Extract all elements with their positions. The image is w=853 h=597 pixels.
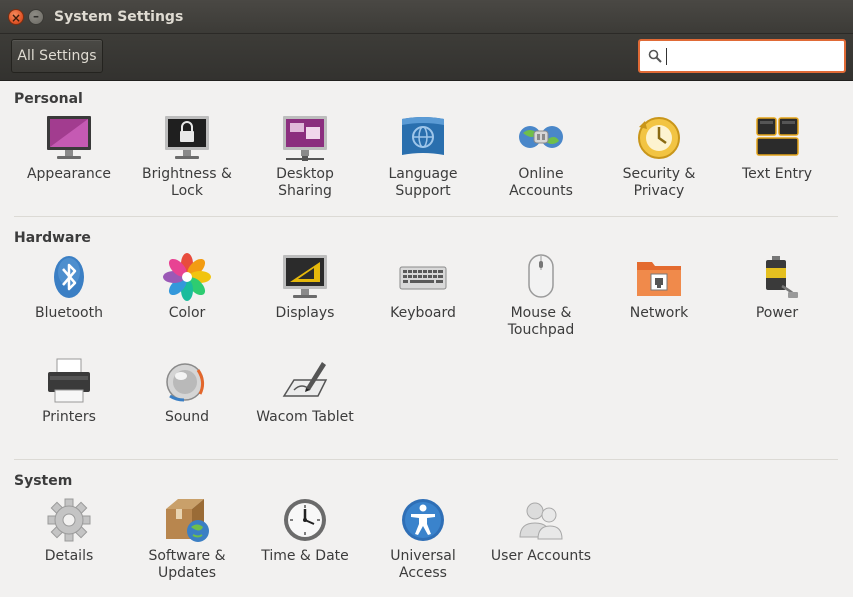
setting-online-accounts[interactable]: Online Accounts [482, 113, 600, 200]
setting-sound[interactable]: Sound [128, 356, 246, 426]
desktop-sharing-icon [283, 116, 327, 161]
setting-label: Keyboard [390, 305, 456, 321]
setting-label: Software & Updates [148, 548, 226, 581]
setting-network[interactable]: Network [600, 252, 718, 322]
setting-label: Language Support [388, 166, 458, 199]
online-accounts-icon [519, 126, 563, 148]
setting-desktop-sharing[interactable]: Desktop Sharing [246, 113, 364, 200]
setting-label: Details [44, 548, 94, 564]
setting-time-date[interactable]: Time & Date [246, 495, 364, 565]
setting-label: Security & Privacy [622, 166, 696, 199]
section-title-hardware: Hardware [14, 230, 91, 246]
section-divider [14, 216, 838, 217]
setting-label: Appearance [26, 166, 112, 182]
setting-label: Brightness & Lock [142, 166, 232, 199]
displays-icon [283, 255, 327, 298]
setting-label: Text Entry [741, 166, 812, 182]
setting-label: Time & Date [261, 548, 349, 564]
close-window-button[interactable]: × [8, 9, 24, 25]
setting-label: Wacom Tablet [256, 409, 354, 425]
setting-text-entry[interactable]: Text Entry [718, 113, 836, 183]
user-accounts-icon [519, 502, 563, 540]
setting-label: Network [629, 305, 689, 321]
setting-security-privacy[interactable]: Security & Privacy [600, 113, 718, 200]
setting-user-accounts[interactable]: User Accounts [482, 495, 600, 565]
section-title-personal: Personal [14, 91, 83, 107]
setting-label: Universal Access [390, 548, 456, 581]
settings-content: Personal Appearance Brightness & Lock De… [0, 81, 853, 597]
setting-universal-access[interactable]: Universal Access [364, 495, 482, 582]
time-date-icon [284, 499, 326, 541]
text-entry-icon [756, 117, 799, 156]
wacom-tablet-icon [282, 362, 328, 397]
setting-color[interactable]: Color [128, 252, 246, 322]
setting-wacom-tablet[interactable]: Wacom Tablet [246, 356, 364, 426]
setting-power[interactable]: Power [718, 252, 836, 322]
appearance-icon [47, 116, 91, 159]
setting-software-updates[interactable]: Software & Updates [128, 495, 246, 582]
language-support-icon [402, 117, 444, 155]
printers-icon [48, 358, 90, 403]
power-icon [766, 256, 798, 298]
setting-printers[interactable]: Printers [10, 356, 128, 426]
minimize-window-button[interactable]: – [28, 9, 44, 25]
search-input[interactable] [666, 45, 836, 67]
search-icon [648, 49, 662, 63]
setting-label: Color [168, 305, 206, 321]
setting-mouse-touchpad[interactable]: Mouse & Touchpad [482, 252, 600, 339]
color-icon [163, 253, 211, 301]
setting-appearance[interactable]: Appearance [10, 113, 128, 183]
settings-window: × – System Settings All Settings Persona… [0, 0, 853, 597]
setting-label: Bluetooth [35, 305, 103, 321]
mouse-touchpad-icon [528, 254, 554, 298]
setting-label: Printers [42, 409, 96, 425]
setting-label: Online Accounts [509, 166, 573, 199]
setting-label: Mouse & Touchpad [507, 305, 575, 338]
sound-icon [166, 363, 205, 402]
software-updates-icon [166, 499, 209, 542]
section-title-system: System [14, 473, 73, 489]
toolbar: All Settings [0, 34, 853, 81]
bluetooth-icon [54, 256, 84, 298]
keyboard-icon [399, 266, 447, 290]
setting-bluetooth[interactable]: Bluetooth [10, 252, 128, 322]
setting-label: Power [755, 305, 799, 321]
setting-brightness-lock[interactable]: Brightness & Lock [128, 113, 246, 200]
setting-details[interactable]: Details [10, 495, 128, 565]
text-cursor [666, 48, 667, 65]
setting-displays[interactable]: Displays [246, 252, 364, 322]
setting-keyboard[interactable]: Keyboard [364, 252, 482, 322]
title-bar: × – System Settings [0, 0, 853, 34]
setting-label: User Accounts [490, 548, 592, 564]
network-icon [637, 262, 681, 296]
universal-access-icon [402, 499, 444, 541]
setting-label: Sound [164, 409, 210, 425]
setting-label: Displays [275, 305, 335, 321]
brightness-lock-icon [165, 116, 209, 159]
all-settings-button[interactable]: All Settings [11, 39, 103, 73]
setting-label: Desktop Sharing [276, 166, 334, 199]
details-icon [47, 498, 91, 542]
window-title: System Settings [54, 9, 184, 25]
setting-language-support[interactable]: Language Support [364, 113, 482, 200]
section-divider [14, 459, 838, 460]
security-privacy-icon [638, 117, 680, 159]
search-field[interactable] [638, 39, 846, 73]
